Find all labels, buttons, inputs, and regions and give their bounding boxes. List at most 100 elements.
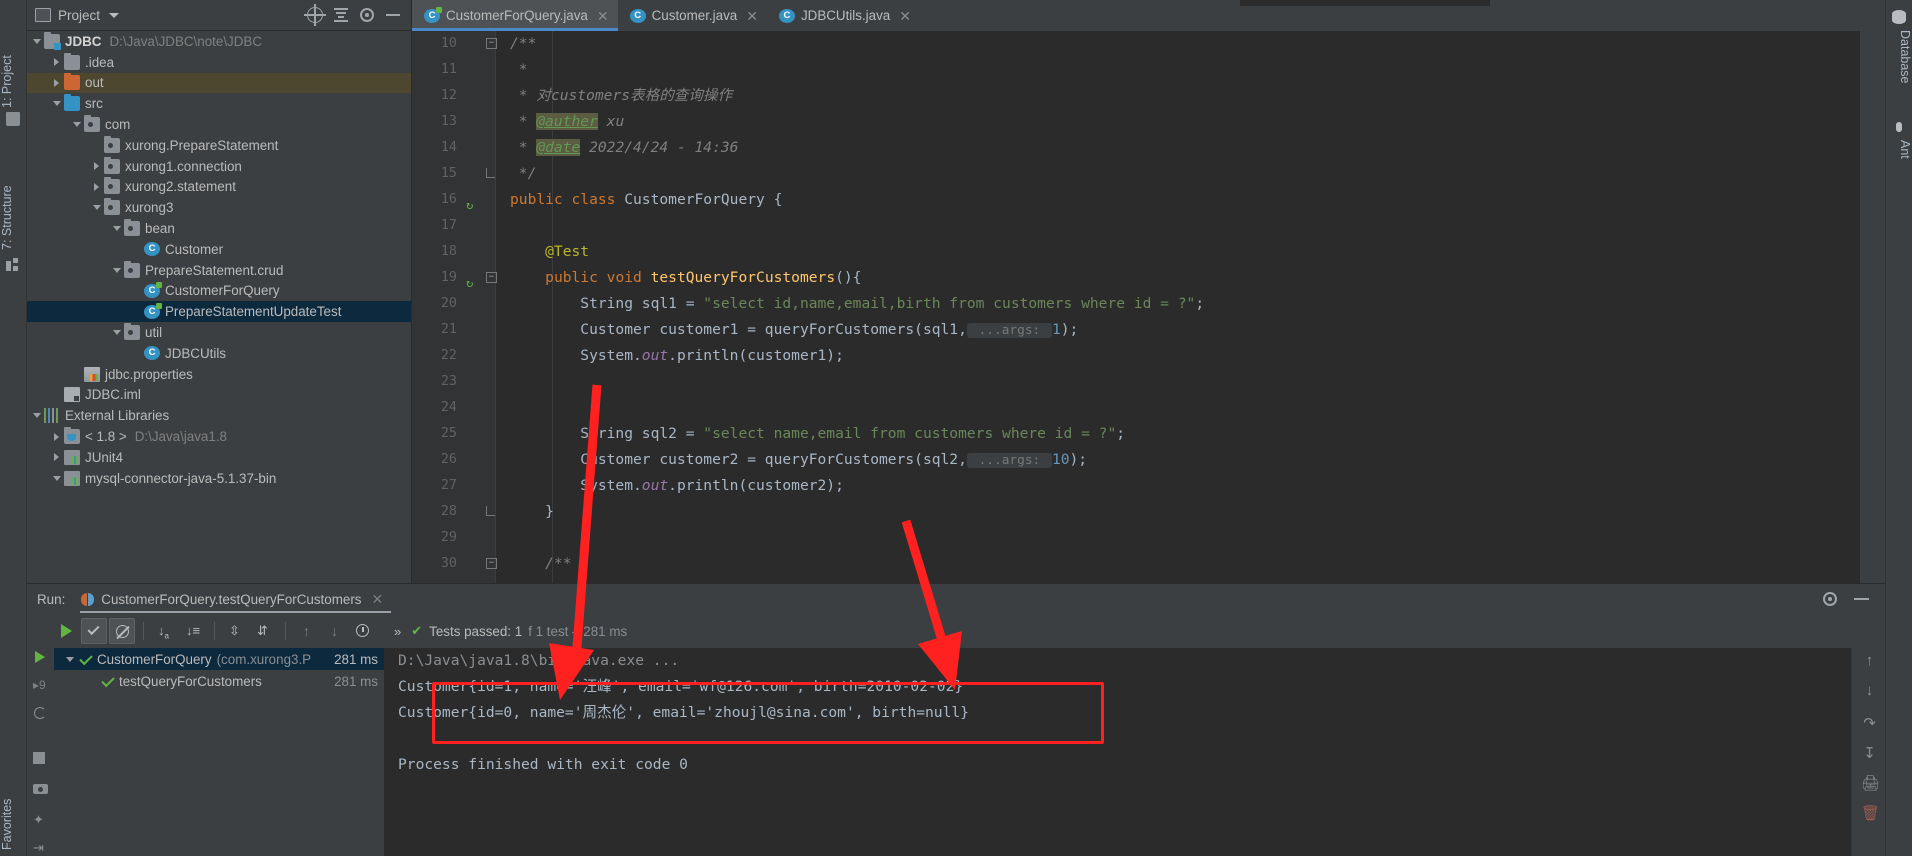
clear-all-icon[interactable]: 🗑 [1861, 804, 1880, 822]
chevron-down-icon[interactable] [31, 409, 44, 422]
scroll-up-icon[interactable]: ↑ [1861, 652, 1878, 669]
code-line[interactable]: 13 * @auther xu [412, 109, 1860, 135]
more-actions-button[interactable]: » [394, 624, 401, 639]
project-tree-row[interactable]: PrepareStatement.crud [27, 260, 411, 281]
code-line[interactable]: 15 */ [412, 161, 1860, 187]
code-line[interactable]: 26 Customer customer2 = queryForCustomer… [412, 447, 1860, 473]
rerun-button[interactable] [53, 618, 79, 644]
code-line[interactable]: 28 } [412, 499, 1860, 525]
code-line[interactable]: 14 * @date 2022/4/24 - 14:36 [412, 135, 1860, 161]
code-line[interactable]: 22 System.out.println(customer1); [412, 343, 1860, 369]
chevron-right-icon[interactable] [51, 451, 64, 464]
close-icon[interactable]: ✕ [372, 591, 384, 608]
close-icon[interactable]: ✕ [597, 9, 609, 23]
print-icon[interactable]: 🖨 [1861, 774, 1880, 792]
run-settings-button[interactable] [1821, 590, 1839, 608]
project-tree[interactable]: JDBC D:\Java\JDBC\note\JDBC .idea out src com… [27, 31, 411, 583]
collapse-all-button[interactable] [329, 3, 353, 27]
project-settings-button[interactable] [355, 3, 379, 27]
code-line[interactable]: 12 * 对customers表格的查询操作 [412, 83, 1860, 109]
expand-all-button[interactable]: ⇳ [223, 618, 249, 644]
collapse-all-button[interactable]: ⇵ [251, 618, 277, 644]
tool-button-ant[interactable]: Ant [1885, 140, 1912, 159]
hide-panel-button[interactable] [381, 3, 405, 27]
import-tests-icon[interactable]: ⇥ [33, 840, 48, 855]
locate-file-button[interactable] [303, 3, 327, 27]
project-tree-row[interactable]: C JDBCUtils [27, 343, 411, 364]
editor-tab[interactable]: C Customer.java ✕ [618, 0, 767, 31]
project-tree-row[interactable]: util [27, 322, 411, 343]
code-line[interactable]: 27 System.out.println(customer2); [412, 473, 1860, 499]
run-icon[interactable] [33, 650, 48, 665]
show-ignored-toggle[interactable] [109, 618, 135, 644]
close-icon[interactable]: ✕ [899, 9, 911, 23]
project-tree-row[interactable]: bean [27, 218, 411, 239]
code-line[interactable]: 25 String sql2 = "select name,email from… [412, 421, 1860, 447]
code-editor[interactable]: 10−/** 11 * 12 * 对customers表格的查询操作 13 * @au… [412, 31, 1860, 583]
tool-button-favorites[interactable]: Favorites [0, 762, 27, 850]
project-tree-row[interactable]: xurong3 [27, 197, 411, 218]
project-tree-row[interactable]: xurong2.statement [27, 177, 411, 198]
code-line[interactable]: 17 [412, 213, 1860, 239]
chevron-down-icon[interactable] [111, 222, 124, 235]
code-line[interactable]: 29 [412, 525, 1860, 551]
pin-tab-icon[interactable]: ✦ [33, 812, 48, 827]
sort-alphabetically-button[interactable]: ↓az [152, 618, 178, 658]
chevron-down-icon[interactable] [51, 97, 64, 110]
chevron-down-icon[interactable] [111, 264, 124, 277]
project-tree-row[interactable]: xurong1.connection [27, 156, 411, 177]
fold-toggle[interactable]: − [486, 272, 497, 283]
project-tree-row[interactable]: JUnit4 [27, 447, 411, 468]
code-line[interactable]: 19 ↻ − public void testQueryForCustomers()… [412, 265, 1860, 291]
next-failed-test-button[interactable]: ↓ [322, 618, 348, 644]
code-line[interactable]: 16 ↻ public class CustomerForQuery { [412, 187, 1860, 213]
fold-toggle[interactable]: − [486, 38, 497, 49]
export-snapshot-icon[interactable] [33, 782, 48, 797]
rerun-automatically-icon[interactable] [33, 706, 48, 721]
chevron-down-icon[interactable] [71, 118, 84, 131]
show-passed-toggle[interactable] [81, 618, 107, 644]
soft-wrap-icon[interactable]: ↷ [1861, 714, 1878, 732]
project-tree-row[interactable]: C Customer [27, 239, 411, 260]
chevron-down-icon[interactable] [91, 201, 104, 214]
sort-by-duration-button[interactable]: ↓≡ [180, 618, 206, 644]
rerun-failed-tests-icon[interactable]: ▸9 [33, 678, 48, 693]
test-tree-row[interactable]: CustomerForQuery (com.xurong3.P 281 ms [54, 648, 384, 670]
project-tree-row[interactable]: out [27, 72, 411, 94]
console-output[interactable]: D:\Java\java1.8\bin\java.exe ... Customer… [384, 648, 1851, 856]
close-icon[interactable]: ✕ [746, 9, 758, 23]
scroll-down-icon[interactable]: ↓ [1861, 682, 1878, 699]
project-tree-row[interactable]: com [27, 114, 411, 135]
editor-tab[interactable]: C JDBCUtils.java ✕ [767, 0, 920, 31]
fold-end-marker[interactable] [486, 506, 497, 517]
test-tree-row[interactable]: testQueryForCustomers 281 ms [54, 670, 384, 692]
stop-icon[interactable] [33, 752, 45, 764]
fold-end-marker[interactable] [486, 168, 497, 179]
code-line[interactable]: 11 * [412, 57, 1860, 83]
hide-run-window-button[interactable] [1854, 598, 1869, 600]
project-tree-row[interactable]: .idea [27, 52, 411, 73]
tool-button-database[interactable]: Database [1885, 30, 1912, 84]
tool-button-structure[interactable]: 7: Structure [0, 140, 27, 250]
previous-failed-test-button[interactable]: ↑ [294, 618, 320, 644]
project-tree-row[interactable]: mysql-connector-java-5.1.37-bin [27, 468, 411, 489]
chevron-right-icon[interactable] [91, 160, 104, 173]
chevron-down-icon[interactable] [109, 12, 120, 18]
code-line[interactable]: 23 [412, 369, 1860, 395]
tool-button-project[interactable]: 1: Project [0, 8, 27, 108]
editor-code-area[interactable]: 10−/** 11 * 12 * 对customers表格的查询操作 13 * @au… [412, 31, 1860, 583]
project-tree-row[interactable]: External Libraries [27, 405, 411, 426]
code-line[interactable]: 21 Customer customer1 = queryForCustomer… [412, 317, 1860, 343]
test-history-button[interactable] [350, 618, 376, 644]
test-results-tree[interactable]: CustomerForQuery (com.xurong3.P 281 ms test… [54, 648, 384, 856]
code-line[interactable]: 10 − /** [412, 31, 1860, 57]
project-tree-row[interactable]: C CustomerForQuery [27, 281, 411, 302]
project-tree-row[interactable]: src [27, 93, 411, 114]
project-tree-row[interactable]: jdbc.properties [27, 364, 411, 385]
project-tree-row[interactable]: JDBC D:\Java\JDBC\note\JDBC [27, 31, 411, 52]
project-tree-row[interactable]: < 1.8 > D:\Java\java1.8 [27, 426, 411, 447]
run-configuration-name[interactable]: CustomerForQuery.testQueryForCustomers [101, 592, 361, 607]
editor-tab[interactable]: C CustomerForQuery.java ✕ [412, 0, 618, 31]
chevron-down-icon[interactable] [51, 472, 64, 485]
project-tree-row[interactable]: JDBC.iml [27, 385, 411, 406]
